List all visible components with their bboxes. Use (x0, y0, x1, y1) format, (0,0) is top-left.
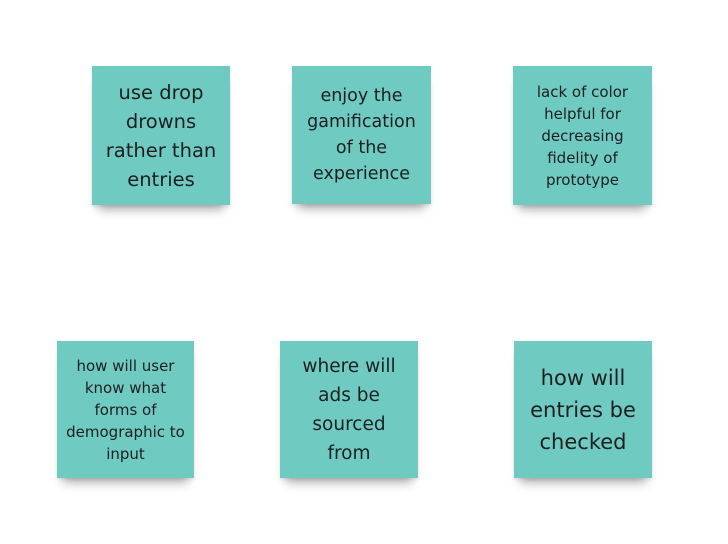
sticky-note-text: lack of color helpful for decreasing fid… (536, 82, 629, 189)
sticky-note-text: where will ads be sourced from (302, 355, 396, 464)
sticky-note-text: how will user know what forms of demogra… (66, 356, 185, 463)
sticky-note-text: how will entries be checked (530, 365, 636, 454)
sticky-note[interactable]: enjoy the gamification of the experience (292, 66, 431, 204)
sticky-note-text: use drop drowns rather than entries (105, 80, 217, 191)
sticky-note[interactable]: use drop drowns rather than entries (92, 66, 230, 205)
sticky-note[interactable]: how will user know what forms of demogra… (57, 341, 194, 478)
sticky-note[interactable]: where will ads be sourced from (280, 341, 418, 478)
sticky-note-text: enjoy the gamification of the experience (307, 86, 416, 184)
sticky-note[interactable]: how will entries be checked (514, 341, 652, 478)
whiteboard-canvas: use drop drowns rather than entries enjo… (0, 0, 728, 544)
sticky-note[interactable]: lack of color helpful for decreasing fid… (513, 66, 652, 205)
